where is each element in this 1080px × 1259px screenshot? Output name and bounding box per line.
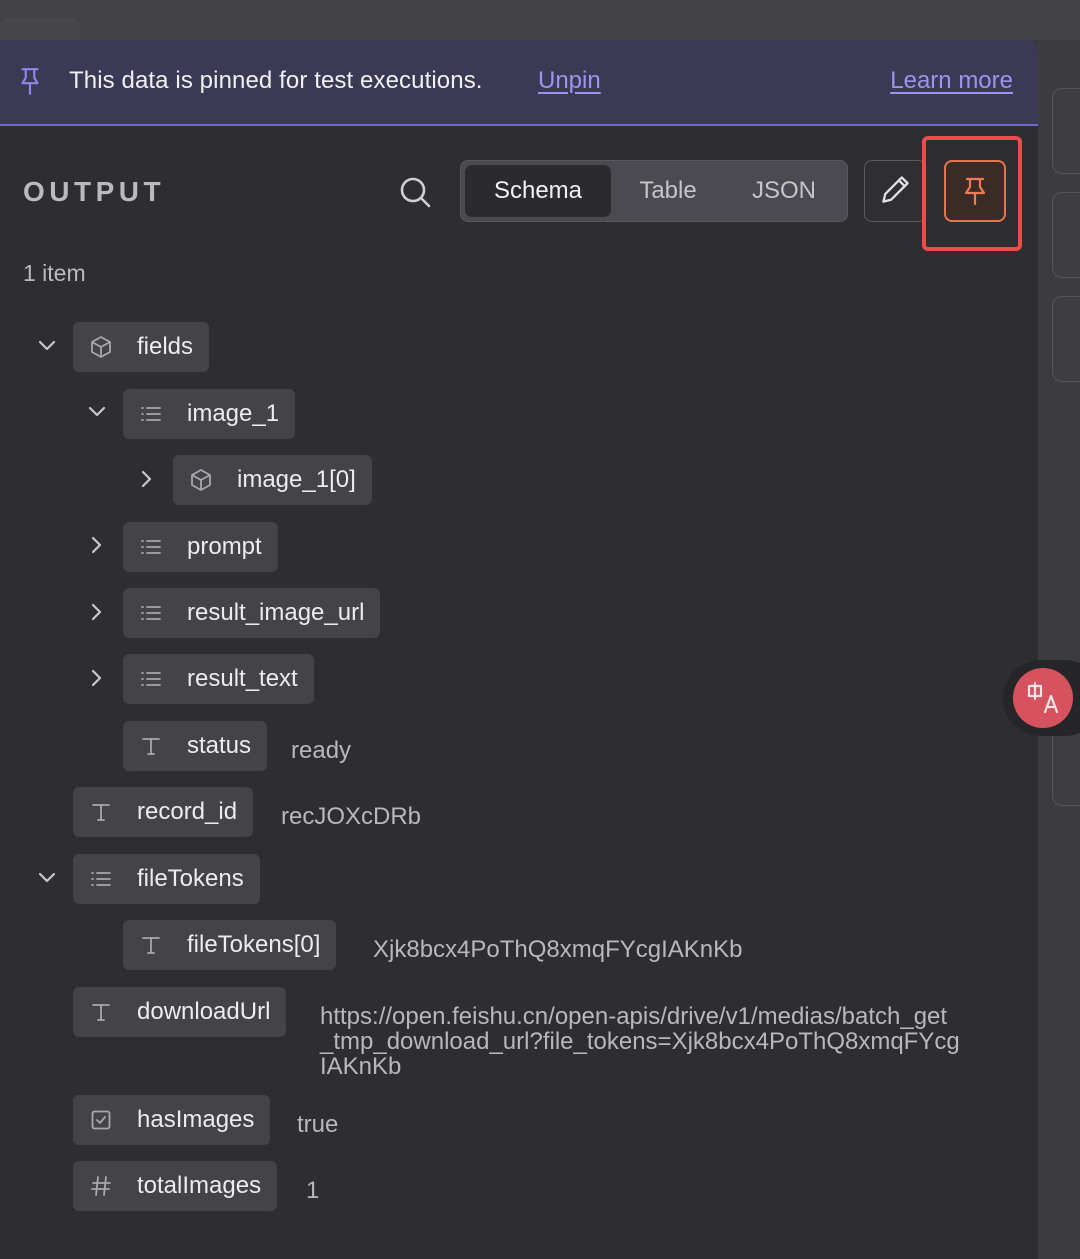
translate-widget[interactable]	[1003, 660, 1080, 736]
node-value: https://open.feishu.cn/open-apis/drive/v…	[320, 1003, 960, 1080]
checkbox-icon	[87, 1106, 115, 1134]
list-icon	[87, 865, 115, 893]
banner-message: This data is pinned for test executions.	[69, 67, 483, 94]
cube-icon	[87, 333, 115, 361]
tree-node-fields[interactable]: fields	[73, 322, 210, 372]
pencil-icon	[882, 176, 909, 203]
node-name: prompt	[187, 533, 262, 560]
node-value: 1	[306, 1177, 320, 1204]
output-panel: This data is pinned for test executions.…	[0, 40, 1038, 1259]
tree-node-hasimages[interactable]: hasImages	[73, 1095, 271, 1145]
hash-icon	[87, 1172, 115, 1200]
node-name: fileTokens[0]	[187, 931, 321, 958]
cube-icon	[187, 466, 215, 494]
tree-node-totalimages[interactable]: totalImages	[73, 1161, 278, 1211]
chevron-down-icon[interactable]	[87, 402, 107, 422]
node-name: result_image_url	[187, 599, 365, 626]
node-name: image_1	[187, 400, 280, 427]
tree-node-prompt[interactable]: prompt	[123, 522, 278, 572]
side-card	[1052, 296, 1080, 382]
text-type-icon	[87, 798, 115, 826]
pinned-data-banner: This data is pinned for test executions.…	[0, 40, 1038, 126]
list-icon	[137, 533, 165, 561]
node-name: status	[187, 732, 252, 759]
node-name: image_1[0]	[237, 466, 356, 493]
node-value: true	[297, 1111, 339, 1138]
node-value: Xjk8bcx4PoThQ8xmqFYcgIAKnKb	[373, 936, 743, 963]
node-name: record_id	[137, 798, 238, 825]
right-canvas-area	[1038, 40, 1080, 1259]
tree-node-record-id[interactable]: record_id	[73, 787, 254, 837]
node-name: totalImages	[137, 1172, 262, 1199]
pin-icon	[964, 177, 986, 206]
node-name: hasImages	[137, 1106, 255, 1133]
chevron-down-icon[interactable]	[37, 868, 57, 888]
tree-node-status[interactable]: status	[123, 721, 268, 771]
chevron-right-icon[interactable]	[87, 602, 107, 622]
side-card	[1052, 192, 1080, 278]
output-title: OUTPUT	[23, 176, 166, 207]
text-type-icon	[137, 732, 165, 760]
item-count: 1 item	[23, 260, 86, 286]
tab-table[interactable]: Table	[611, 165, 725, 217]
tab-json[interactable]: JSON	[725, 165, 843, 217]
tab-schema[interactable]: Schema	[465, 165, 611, 217]
unpin-link[interactable]: Unpin	[538, 67, 601, 95]
list-icon	[137, 599, 165, 627]
pin-data-button[interactable]	[944, 160, 1006, 222]
chevron-right-icon[interactable]	[87, 535, 107, 555]
search-icon[interactable]	[396, 173, 434, 211]
list-icon	[137, 400, 165, 428]
translate-icon	[1013, 668, 1073, 728]
node-value: recJOXcDRb	[281, 803, 422, 830]
text-type-icon	[137, 931, 165, 959]
node-name: fileTokens	[137, 865, 244, 892]
node-name: downloadUrl	[137, 998, 271, 1025]
learn-more-link[interactable]: Learn more	[890, 67, 1013, 95]
chevron-right-icon[interactable]	[87, 668, 107, 688]
tree-node-downloadurl[interactable]: downloadUrl	[73, 987, 287, 1037]
chevron-right-icon[interactable]	[137, 469, 157, 489]
tree-node-result-image-url[interactable]: result_image_url	[123, 588, 381, 638]
text-type-icon	[87, 998, 115, 1026]
node-name: fields	[137, 333, 194, 360]
node-name: result_text	[187, 665, 298, 692]
tree-node-result-text[interactable]: result_text	[123, 654, 314, 704]
view-mode-switch: Schema Table JSON	[460, 160, 848, 222]
tree-node-filetokens[interactable]: fileTokens	[73, 854, 260, 904]
side-card	[1052, 88, 1080, 174]
chevron-down-icon[interactable]	[37, 336, 57, 356]
pin-icon	[21, 68, 39, 95]
node-value: ready	[291, 737, 352, 764]
list-icon	[137, 665, 165, 693]
edit-button[interactable]	[864, 160, 926, 222]
tree-node-image-1[interactable]: image_1	[123, 389, 296, 439]
window-top-bar	[0, 0, 1080, 40]
tree-node-filetokens-0[interactable]: fileTokens[0]	[123, 920, 337, 970]
tree-node-image-1-0[interactable]: image_1[0]	[173, 455, 372, 505]
